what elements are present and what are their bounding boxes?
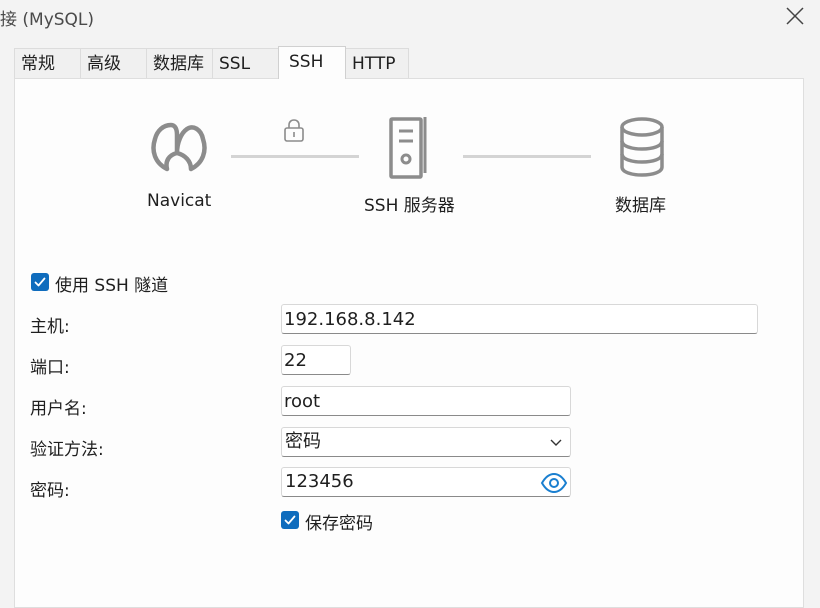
password-label: 密码: xyxy=(30,481,70,501)
tab-http[interactable]: HTTP xyxy=(345,48,409,78)
connection-line xyxy=(463,155,591,158)
auth-method-value: 密码 xyxy=(285,431,321,452)
ssh-settings-panel: Navicat SSH 服务器 数据库 使用 SSH 隧道 xyxy=(14,78,804,608)
tab-advanced[interactable]: 高级 xyxy=(80,48,147,78)
tab-general[interactable]: 常规 xyxy=(14,48,81,78)
close-button[interactable] xyxy=(778,0,812,32)
host-label: 主机: xyxy=(30,317,70,337)
username-label: 用户名: xyxy=(30,399,87,419)
password-field: 123456 xyxy=(281,467,571,497)
auth-method-select[interactable]: 密码 xyxy=(281,427,571,457)
port-label: 端口: xyxy=(30,358,70,378)
show-password-eye-icon[interactable] xyxy=(540,473,568,493)
use-ssh-tunnel-label: 使用 SSH 隧道 xyxy=(55,276,169,296)
lock-icon xyxy=(284,119,304,142)
tab-ssl[interactable]: SSL xyxy=(212,48,279,78)
connection-line xyxy=(231,155,359,158)
window-title: 接 (MySQL) xyxy=(0,10,95,30)
username-input[interactable] xyxy=(281,386,571,416)
checkmark-icon xyxy=(34,277,46,287)
password-value[interactable]: 123456 xyxy=(285,468,354,496)
use-ssh-tunnel-checkbox[interactable] xyxy=(31,273,49,291)
tab-ssh[interactable]: SSH xyxy=(278,46,346,79)
save-password-checkbox[interactable] xyxy=(281,511,299,529)
diagram-database-label: 数据库 xyxy=(615,196,666,216)
title-bar: 接 (MySQL) xyxy=(0,0,820,34)
diagram-client-label: Navicat xyxy=(147,191,212,211)
server-icon xyxy=(389,117,427,179)
checkmark-icon xyxy=(284,515,296,525)
save-password-label: 保存密码 xyxy=(305,514,373,534)
auth-method-label: 验证方法: xyxy=(30,440,104,460)
close-icon xyxy=(786,7,804,25)
chevron-down-icon xyxy=(550,439,562,446)
navicat-logo-icon xyxy=(151,122,207,172)
host-input[interactable] xyxy=(281,304,758,334)
port-input[interactable] xyxy=(281,345,351,375)
tab-database[interactable]: 数据库 xyxy=(146,48,213,78)
database-icon xyxy=(620,117,664,177)
diagram-server-label: SSH 服务器 xyxy=(364,196,455,216)
